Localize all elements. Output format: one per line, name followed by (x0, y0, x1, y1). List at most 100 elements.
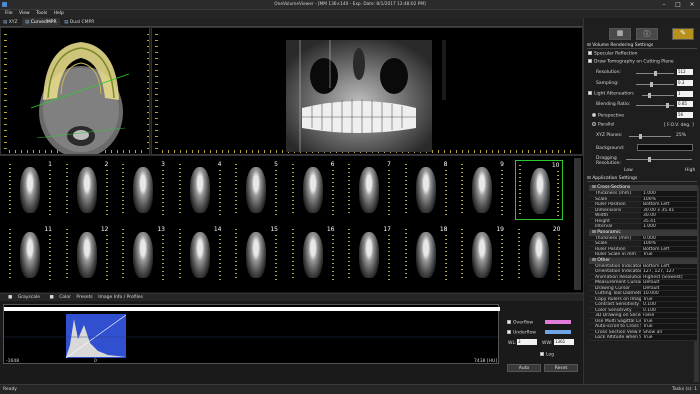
light-attenuation-slider[interactable] (642, 93, 674, 98)
tab-curved-mpr[interactable]: ▤ CurvedMPR (22, 18, 60, 27)
xyz-planes-slider[interactable] (629, 134, 671, 139)
cross-section-slice[interactable]: 19 (458, 225, 506, 285)
panoramic-view[interactable] (151, 27, 583, 155)
overflow-option[interactable]: Overflow (507, 320, 533, 326)
dragging-resolution-knob[interactable] (648, 157, 651, 162)
menu-file[interactable]: File (5, 11, 13, 16)
blending-ratio-slider[interactable] (636, 103, 674, 108)
cross-section-slice[interactable]: 8 (402, 160, 450, 220)
log-option[interactable]: Log (540, 352, 554, 358)
cross-section-slice[interactable]: 5 (232, 160, 280, 220)
tab-xyz[interactable]: ▤ XYZ (0, 18, 21, 27)
cross-section-slice[interactable]: 11 (6, 225, 54, 285)
perspective-radio[interactable] (592, 113, 596, 117)
light-attenuation-checkbox[interactable] (588, 91, 592, 95)
property-value[interactable]: 1.000 (641, 191, 697, 196)
draw-tomography-checkbox[interactable] (588, 59, 592, 63)
perspective-input[interactable]: 56 (677, 112, 693, 118)
menu-help[interactable]: Help (54, 11, 64, 16)
background-color-select[interactable] (637, 144, 693, 151)
volume-rendering-section[interactable]: ⊟ Volume Rendering Settings (587, 43, 697, 49)
overflow-color[interactable] (545, 320, 571, 324)
property-value[interactable]: True (641, 318, 697, 323)
maximize-button[interactable]: □ (672, 1, 684, 9)
minimize-button[interactable]: – (658, 1, 670, 9)
histogram-panel[interactable]: -1648 0 7438 [HU] (3, 304, 500, 364)
property-value[interactable]: Bottom Left (641, 202, 697, 207)
property-value[interactable]: Bottom Left (641, 246, 697, 251)
menu-tools[interactable]: Tools (36, 11, 47, 16)
property-value[interactable]: Show all (641, 329, 697, 334)
property-value[interactable]: 100% (641, 196, 697, 201)
auto-button[interactable]: Auto (507, 364, 541, 372)
cross-section-slice[interactable]: 16 (289, 225, 337, 285)
specular-checkbox[interactable] (588, 51, 592, 55)
property-value[interactable]: True (641, 296, 697, 301)
light-attenuation-input[interactable]: 1 (677, 91, 693, 97)
cross-section-slice[interactable]: 10 (514, 160, 563, 220)
property-value[interactable]: 0.100 (641, 302, 697, 307)
cross-section-slice[interactable]: 4 (176, 160, 224, 220)
tab-image-info[interactable]: Image Info / Profiles (98, 295, 143, 300)
sampling-knob[interactable] (650, 82, 653, 87)
property-value[interactable]: 0.000 (641, 235, 697, 240)
cross-section-slice[interactable]: 2 (63, 160, 111, 220)
reset-button[interactable]: Reset (544, 364, 578, 372)
tools-button[interactable]: ✎ (672, 28, 694, 40)
property-value[interactable]: 30.00 (641, 213, 697, 218)
tab-grayscale[interactable]: ■ Grayscale (4, 295, 40, 300)
resolution-input[interactable]: 512 (677, 69, 693, 75)
overflow-checkbox[interactable] (507, 320, 511, 324)
close-button[interactable]: × (686, 1, 698, 9)
sampling-input[interactable]: 0.3 (677, 80, 693, 86)
dragging-resolution-slider[interactable] (626, 157, 692, 162)
cross-section-slice[interactable]: 18 (402, 225, 450, 285)
property-value[interactable]: True (641, 335, 697, 340)
underflow-checkbox[interactable] (507, 330, 511, 334)
property-value[interactable]: 127, 127, 127 (641, 269, 697, 274)
sampling-slider[interactable] (636, 82, 674, 87)
blending-ratio-knob[interactable] (666, 103, 669, 108)
property-value[interactable]: 1.000 (641, 224, 697, 229)
strip-scrollbar[interactable] (574, 158, 581, 290)
cross-section-slice[interactable]: 12 (63, 225, 111, 285)
axial-view[interactable] (0, 27, 150, 155)
cross-section-slice[interactable]: 9 (458, 160, 506, 220)
property-value[interactable]: 10.000 (641, 291, 697, 296)
ww-input[interactable]: 1361 (554, 339, 574, 345)
info-button[interactable]: ⓘ (636, 28, 658, 40)
cross-section-slice[interactable]: 1 (6, 160, 54, 220)
property-value[interactable]: 35.41 (641, 218, 697, 223)
cross-section-slice[interactable]: 15 (232, 225, 280, 285)
tab-dual-cmpr[interactable]: ▤ Dual CMPR (61, 18, 97, 27)
tab-presets[interactable]: Presets (76, 295, 92, 300)
wl-input[interactable]: 3 (517, 339, 537, 345)
log-checkbox[interactable] (540, 352, 544, 356)
app-settings-section[interactable]: ⊟ Application Settings (587, 176, 697, 182)
property-value[interactable]: Bottom Left (641, 263, 697, 268)
property-value[interactable]: 0.100 (641, 307, 697, 312)
resolution-knob[interactable] (654, 71, 657, 76)
menu-view[interactable]: View (19, 11, 30, 16)
cross-section-slice[interactable]: 14 (176, 225, 224, 285)
resolution-slider[interactable] (636, 71, 674, 76)
property-value[interactable]: Highest (Slowest) (641, 274, 697, 279)
specular-reflection-option[interactable]: Specular Reflection (588, 51, 697, 57)
cross-section-slice[interactable]: 13 (119, 225, 167, 285)
property-value[interactable]: True (641, 324, 697, 329)
cross-section-slice[interactable]: 3 (119, 160, 167, 220)
property-value[interactable]: Default (641, 280, 697, 285)
property-value[interactable]: Default (641, 285, 697, 290)
property-value[interactable]: 30.00 x 35.41 (641, 207, 697, 212)
property-row[interactable]: Lock Altitude when SplineTrue (589, 335, 697, 341)
cross-section-slice[interactable]: 6 (289, 160, 337, 220)
draw-tomography-option[interactable]: Draw Tomography on Cutting Plane (588, 59, 697, 65)
property-value[interactable]: False (641, 313, 697, 318)
cross-section-slice[interactable]: 7 (345, 160, 393, 220)
property-value[interactable]: True (641, 252, 697, 257)
xyz-planes-knob[interactable] (639, 134, 642, 139)
cross-section-slice[interactable]: 20 (515, 225, 563, 285)
parallel-radio[interactable] (592, 122, 596, 126)
cross-section-slice[interactable]: 17 (345, 225, 393, 285)
light-attenuation-knob[interactable] (648, 93, 651, 98)
